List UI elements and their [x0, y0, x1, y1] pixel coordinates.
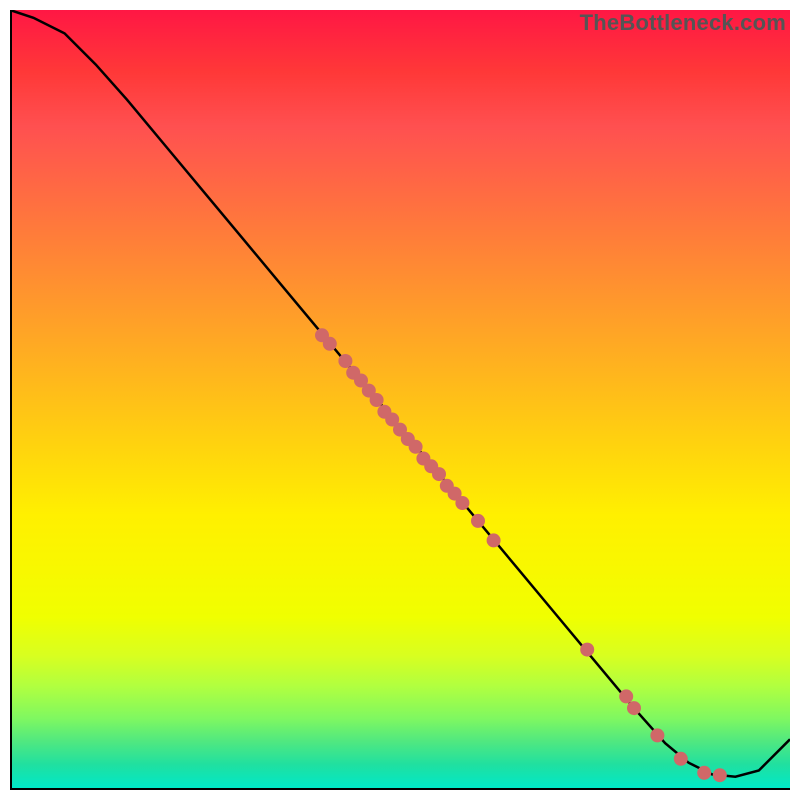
highlight-point — [455, 496, 469, 510]
highlight-point — [650, 728, 664, 742]
highlight-point — [627, 701, 641, 715]
watermark-text: TheBottleneck.com — [580, 10, 786, 36]
highlight-point — [323, 337, 337, 351]
highlight-points — [315, 328, 727, 782]
highlight-point — [487, 533, 501, 547]
highlight-point — [338, 354, 352, 368]
main-curve — [10, 10, 790, 777]
highlight-point — [619, 689, 633, 703]
highlight-point — [697, 766, 711, 780]
highlight-point — [471, 514, 485, 528]
highlight-point — [370, 393, 384, 407]
highlight-point — [580, 643, 594, 657]
highlight-point — [432, 467, 446, 481]
chart-svg — [10, 10, 790, 790]
chart-container: TheBottleneck.com — [0, 0, 800, 800]
highlight-point — [409, 440, 423, 454]
highlight-point — [713, 768, 727, 782]
highlight-point — [674, 752, 688, 766]
